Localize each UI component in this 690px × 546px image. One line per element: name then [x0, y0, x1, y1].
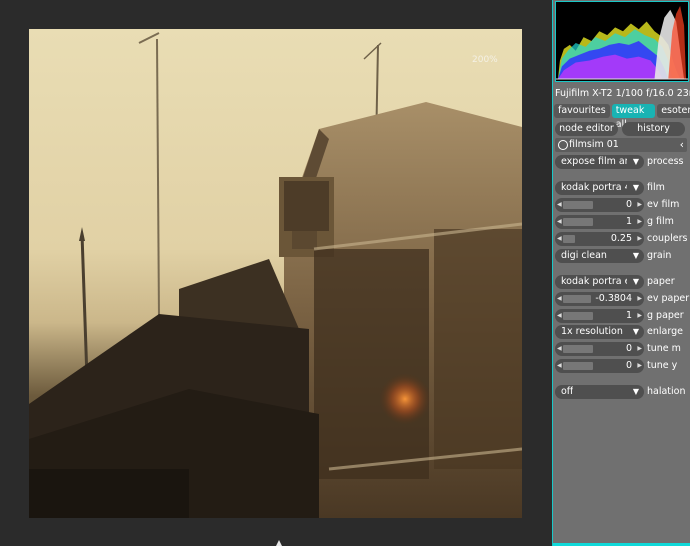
couplers-label: couplers	[647, 233, 688, 244]
decrement-icon[interactable]: ◀	[557, 342, 562, 356]
film-value: kodak portra 4	[561, 182, 627, 193]
dropdown-arrow-icon: ▼	[632, 251, 639, 260]
chevron-left-icon[interactable]: ‹	[680, 138, 684, 151]
histogram[interactable]	[555, 1, 689, 82]
ev-paper-value: -0.3804	[595, 293, 632, 304]
increment-icon[interactable]: ▶	[637, 359, 642, 373]
ev-film-label: ev film	[647, 199, 680, 210]
tune-y-label: tune y	[647, 360, 678, 371]
decrement-icon[interactable]: ◀	[557, 232, 562, 246]
halation-dropdown[interactable]: off ▼	[555, 385, 644, 399]
dropdown-arrow-icon: ▼	[632, 387, 639, 396]
photo-image	[29, 32, 522, 518]
g-film-value: 1	[625, 216, 632, 227]
dropdown-arrow-icon: ▼	[632, 157, 639, 166]
slider-fill	[563, 345, 593, 353]
enlarge-dropdown[interactable]: 1x resolution ▼	[555, 325, 644, 339]
ev-film-value: 0	[625, 199, 632, 210]
paper-value: kodak portra e	[561, 276, 627, 287]
tab-tweak-all[interactable]: tweak all	[611, 104, 656, 130]
couplers-slider[interactable]: ◀ 0.25 ▶	[555, 232, 644, 246]
increment-icon[interactable]: ▶	[637, 292, 642, 306]
tune-m-value: 0	[625, 343, 632, 354]
film-dropdown[interactable]: kodak portra 4 ▼	[555, 181, 644, 195]
ev-film-slider[interactable]: ◀ 0 ▶	[555, 198, 644, 212]
node-editor-button[interactable]: node editor	[555, 122, 618, 136]
grain-value: digi clean	[561, 250, 607, 261]
module-name: filmsim 01	[569, 139, 619, 150]
process-dropdown[interactable]: expose film an ▼	[555, 155, 644, 169]
ev-paper-slider[interactable]: ◀ -0.3804 ▶	[555, 292, 644, 306]
photo-preview[interactable]	[29, 29, 522, 518]
g-paper-slider[interactable]: ◀ 1 ▶	[555, 309, 644, 323]
image-viewer[interactable]: 200%	[0, 0, 552, 546]
zoom-level-label: 200%	[472, 55, 498, 65]
increment-icon[interactable]: ▶	[637, 198, 642, 212]
halation-value: off	[561, 386, 574, 397]
tune-m-label: tune m	[647, 343, 681, 354]
tab-favourites[interactable]: favourites	[554, 104, 610, 118]
increment-icon[interactable]: ▶	[637, 215, 642, 229]
g-paper-value: 1	[625, 310, 632, 321]
paper-label: paper	[647, 276, 675, 287]
decrement-icon[interactable]: ◀	[557, 309, 562, 323]
slider-fill	[563, 218, 593, 226]
slider-fill	[563, 295, 591, 303]
decrement-icon[interactable]: ◀	[557, 292, 562, 306]
slider-fill	[563, 312, 593, 320]
enlarge-value: 1x resolution	[561, 326, 623, 337]
tune-y-slider[interactable]: ◀ 0 ▶	[555, 359, 644, 373]
dropdown-arrow-icon: ▼	[632, 277, 639, 286]
decrement-icon[interactable]: ◀	[557, 215, 562, 229]
slider-fill	[563, 235, 575, 243]
dropdown-arrow-icon: ▼	[632, 327, 639, 336]
histogram-graph	[556, 2, 688, 81]
tab-esoteric[interactable]: esoteric	[657, 104, 690, 118]
grain-label: grain	[647, 250, 672, 261]
tune-m-slider[interactable]: ◀ 0 ▶	[555, 342, 644, 356]
camera-info: Fujifilm X-T2 1/100 f/16.0 23mm	[555, 88, 690, 99]
g-film-slider[interactable]: ◀ 1 ▶	[555, 215, 644, 229]
enlarge-label: enlarge	[647, 326, 683, 337]
halation-label: halation	[647, 386, 686, 397]
slider-fill	[563, 362, 593, 370]
right-panel: Fujifilm X-T2 1/100 f/16.0 23mm favourit…	[552, 0, 690, 546]
paper-dropdown[interactable]: kodak portra e ▼	[555, 275, 644, 289]
process-label: process	[647, 156, 684, 167]
couplers-value: 0.25	[610, 233, 632, 244]
decrement-icon[interactable]: ◀	[557, 198, 562, 212]
ev-paper-label: ev paper	[647, 293, 690, 304]
mouse-cursor-icon	[276, 540, 282, 546]
increment-icon[interactable]: ▶	[637, 342, 642, 356]
slider-fill	[563, 201, 593, 209]
process-value: expose film an	[561, 156, 627, 167]
module-header-filmsim[interactable]: filmsim 01 ‹	[555, 138, 687, 152]
increment-icon[interactable]: ▶	[637, 232, 642, 246]
decrement-icon[interactable]: ◀	[557, 359, 562, 373]
grain-dropdown[interactable]: digi clean ▼	[555, 249, 644, 263]
tune-y-value: 0	[625, 360, 632, 371]
history-button[interactable]: history	[622, 122, 685, 136]
power-icon[interactable]	[558, 140, 568, 150]
tab-bar: favourites tweak all esoteric	[554, 104, 690, 130]
g-paper-label: g paper	[647, 310, 684, 321]
dropdown-arrow-icon: ▼	[632, 183, 639, 192]
g-film-label: g film	[647, 216, 674, 227]
increment-icon[interactable]: ▶	[637, 309, 642, 323]
film-label: film	[647, 182, 665, 193]
